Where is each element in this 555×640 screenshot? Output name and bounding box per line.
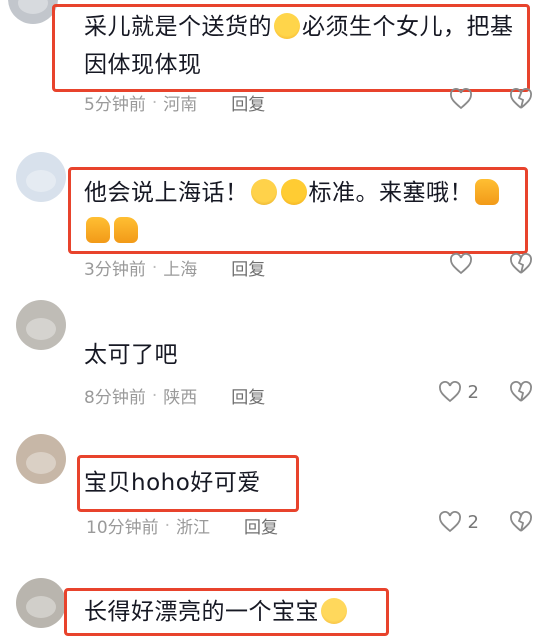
broken-heart-icon [510, 253, 532, 274]
comment-actions: 2 [438, 511, 533, 533]
comment-text-prefix: 他会说上海话！ [84, 180, 249, 206]
reply-button[interactable]: 回复 [231, 255, 265, 280]
comment-text-line2 [84, 212, 140, 250]
pleading-emoji-icon [321, 598, 347, 624]
reply-button[interactable]: 回复 [231, 383, 265, 408]
broken-heart-icon [510, 511, 532, 532]
broken-heart-icon [510, 381, 532, 402]
like-button[interactable] [449, 253, 479, 275]
heart-outline-icon [450, 253, 472, 275]
comment-item-2: 他会说上海话！ 标准。来塞哦！ 3分钟前 · 上海 回复 [0, 150, 555, 290]
comment-text-line2: 因体现体现 [84, 52, 202, 78]
thinking-emoji-icon [250, 179, 277, 205]
like-button[interactable]: 2 [438, 511, 479, 533]
like-button[interactable]: 2 [438, 381, 479, 403]
dislike-button[interactable] [509, 88, 533, 110]
thumbs-up-emoji-icon [114, 217, 138, 243]
comment-text: 他会说上海话！ 标准。来塞哦！ [84, 174, 501, 212]
dislike-button[interactable] [509, 253, 533, 275]
comment-item-4: 宝贝hoho好可爱 10分钟前 · 浙江 回复 2 [0, 430, 555, 550]
comment-text-body: 长得好漂亮的一个宝宝 [84, 599, 319, 625]
comment-location: 陕西 [163, 388, 198, 408]
broken-heart-icon [510, 88, 532, 109]
thumbs-up-emoji-icon [475, 179, 499, 205]
comment-text: 采儿就是个送货的 必须生个女儿，把基 [84, 8, 514, 46]
comment-meta: 10分钟前 · 浙江 回复 [86, 513, 278, 539]
avatar[interactable] [16, 300, 66, 350]
comment-text: 宝贝hoho好可爱 [84, 470, 261, 496]
comment-time: 3分钟前 [84, 260, 146, 280]
like-count: 2 [467, 381, 479, 403]
comment-time: 5分钟前 [84, 95, 146, 115]
heart-outline-icon [438, 511, 461, 533]
avatar[interactable] [8, 0, 58, 24]
laughing-emoji-icon [274, 13, 300, 39]
avatar[interactable] [16, 578, 66, 628]
comment-text-line1-suffix: 必须生个女儿，把基 [302, 14, 514, 40]
reply-button[interactable]: 回复 [244, 513, 278, 538]
comment-time: 8分钟前 [84, 388, 146, 408]
comment-meta: 3分钟前 · 上海 回复 [84, 255, 265, 281]
comment-time: 10分钟前 [86, 518, 159, 538]
dislike-button[interactable] [509, 381, 533, 403]
meta-separator: · [151, 92, 158, 113]
thumbs-up-emoji-icon [86, 217, 110, 243]
comment-actions: 2 [438, 381, 533, 403]
comment-location: 上海 [163, 260, 198, 280]
comment-text: 太可了吧 [84, 342, 178, 368]
comment-meta: 5分钟前 · 河南 回复 [84, 90, 265, 116]
comment-item-3: 太可了吧 8分钟前 · 陕西 回复 2 [0, 300, 555, 420]
comment-text: 长得好漂亮的一个宝宝 [84, 593, 349, 631]
smirk-emoji-icon [280, 179, 307, 205]
comment-location: 浙江 [176, 518, 211, 538]
avatar[interactable] [16, 434, 66, 484]
meta-separator: · [164, 515, 171, 536]
avatar[interactable] [16, 152, 66, 202]
comment-actions [449, 88, 533, 110]
reply-button[interactable]: 回复 [231, 90, 265, 115]
like-count: 2 [467, 511, 479, 533]
like-button[interactable] [449, 88, 479, 110]
comment-item-5: 长得好漂亮的一个宝宝 [0, 560, 555, 640]
comment-item-1: 采儿就是个送货的 必须生个女儿，把基 因体现体现 5分钟前 · 河南 回复 [0, 0, 555, 125]
comment-meta: 8分钟前 · 陕西 回复 [84, 383, 265, 409]
meta-separator: · [151, 257, 158, 278]
dislike-button[interactable] [509, 511, 533, 533]
heart-outline-icon [438, 381, 461, 403]
comment-location: 河南 [163, 95, 198, 115]
comment-actions [449, 253, 533, 275]
comment-text-line1: 采儿就是个送货的 [84, 14, 272, 40]
comment-text-mid: 标准。来塞哦！ [308, 180, 473, 206]
meta-separator: · [151, 385, 158, 406]
heart-outline-icon [450, 88, 472, 110]
